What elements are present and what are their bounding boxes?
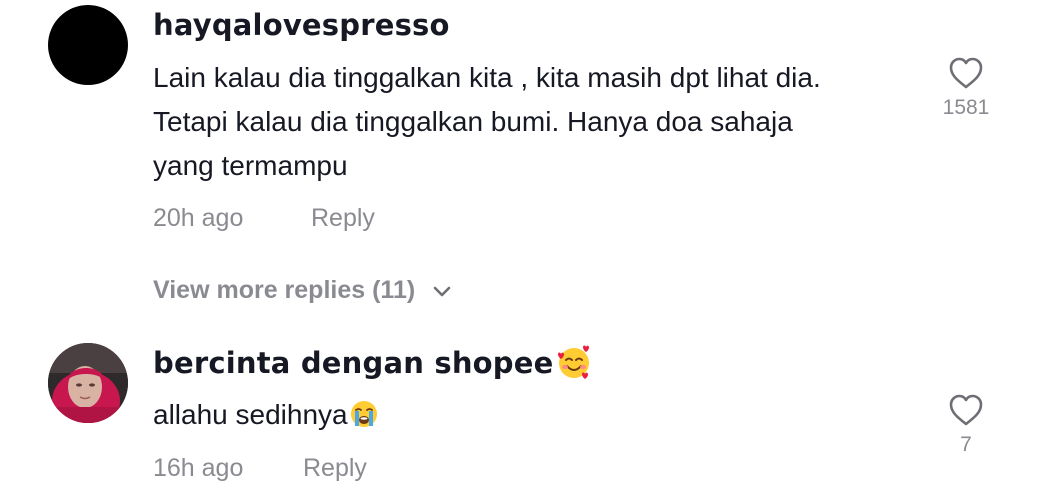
view-more-label: View more replies (11) bbox=[153, 276, 416, 304]
comment-line: Tetapi kalau dia tinggalkan bumi. Hanya … bbox=[153, 106, 793, 137]
username[interactable]: hayqalovespresso bbox=[153, 8, 450, 42]
comment-text: Lain kalau dia tinggalkan kita , kita ma… bbox=[153, 56, 821, 188]
like-count: 1581 bbox=[942, 96, 990, 119]
avatar[interactable] bbox=[48, 5, 128, 85]
comment-text: allahu sedihnya bbox=[153, 393, 379, 437]
like-count: 7 bbox=[960, 433, 972, 456]
comment-timestamp: 20h ago bbox=[153, 204, 244, 232]
comment-line: Lain kalau dia tinggalkan kita , kita ma… bbox=[153, 62, 821, 93]
comment-line: yang termampu bbox=[153, 150, 348, 181]
username[interactable]: bercinta dengan shopee bbox=[153, 345, 592, 380]
profile-photo bbox=[48, 343, 128, 423]
reply-button[interactable]: Reply bbox=[311, 204, 375, 233]
view-more-replies-button[interactable]: View more replies (11) bbox=[153, 276, 452, 305]
chevron-down-icon bbox=[433, 287, 451, 297]
reply-button[interactable]: Reply bbox=[303, 454, 367, 483]
username-text: bercinta dengan shopee bbox=[153, 346, 554, 380]
heart-outline-icon bbox=[949, 57, 983, 89]
comment-timestamp: 16h ago bbox=[153, 454, 244, 482]
loudly-crying-face-icon bbox=[350, 400, 377, 427]
like-button[interactable]: 7 bbox=[926, 393, 1006, 457]
comment-line: allahu sedihnya bbox=[153, 399, 348, 430]
like-button[interactable]: 1581 bbox=[926, 56, 1006, 120]
heart-outline-icon bbox=[949, 394, 983, 426]
avatar[interactable] bbox=[48, 343, 128, 423]
smiling-face-with-hearts-icon bbox=[557, 345, 589, 379]
